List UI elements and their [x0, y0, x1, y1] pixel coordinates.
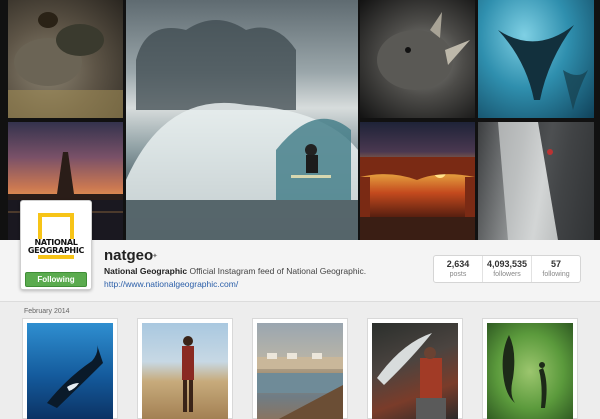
- feed-photo-man-in-desert[interactable]: [137, 318, 233, 419]
- feed-photo-image: [257, 323, 343, 419]
- feed-photo-fisherman[interactable]: [367, 318, 463, 419]
- profile-website-link[interactable]: http://www.nationalgeographic.com/: [104, 279, 238, 289]
- stat-posts[interactable]: 2,634 posts: [434, 256, 483, 282]
- stat-followers-label: followers: [493, 271, 521, 278]
- following-button[interactable]: Following: [25, 272, 87, 287]
- feed-photo-image: [27, 323, 113, 419]
- stat-following-label: following: [542, 271, 570, 278]
- feed-photo-whale-and-diver[interactable]: [482, 318, 578, 419]
- feed-month-label: February 2014: [24, 308, 70, 315]
- feed-photo-image: [142, 323, 228, 419]
- stat-followers[interactable]: 4,093,535 followers: [483, 256, 532, 282]
- mosaic-photo-rhino-head[interactable]: [360, 0, 475, 118]
- feed-photo-orca[interactable]: [22, 318, 118, 419]
- feed-photo-image: [487, 323, 573, 419]
- stat-following-count: 57: [550, 259, 561, 269]
- profile-bio: National Geographic Official Instagram f…: [104, 266, 366, 276]
- mosaic-photo-sleeping-rhino[interactable]: [8, 0, 123, 118]
- profile-bio-text: Official Instagram feed of National Geog…: [189, 266, 367, 276]
- stat-following[interactable]: 57 following: [532, 256, 580, 282]
- stat-followers-count: 4,093,535: [486, 259, 528, 269]
- mosaic-photo-surfer-wave[interactable]: [126, 0, 358, 240]
- mosaic-photo-manta-ray[interactable]: [478, 0, 594, 118]
- stat-posts-count: 2,634: [446, 259, 470, 269]
- avatar-logo-text: NATIONAL GEOGRAPHIC: [25, 239, 87, 255]
- avatar-card: NATIONAL GEOGRAPHIC Following: [20, 200, 92, 290]
- mosaic-photo-mesa-arch-sunrise[interactable]: [360, 122, 475, 240]
- profile-username: natgeo: [104, 247, 154, 264]
- stat-posts-label: posts: [449, 271, 467, 278]
- profile-stats: 2,634 posts 4,093,535 followers 57 follo…: [433, 255, 581, 283]
- profile-display-name: National Geographic: [104, 266, 188, 276]
- feed-photo-flooded-village[interactable]: [252, 318, 348, 419]
- verified-badge-icon: ✦: [152, 253, 158, 260]
- feed-photo-image: [372, 323, 458, 419]
- avatar[interactable]: [25, 205, 87, 267]
- mosaic-photo-ice-climber[interactable]: [478, 122, 594, 240]
- avatar-logo-line: NATIONAL GEOGRAPHIC: [25, 239, 87, 255]
